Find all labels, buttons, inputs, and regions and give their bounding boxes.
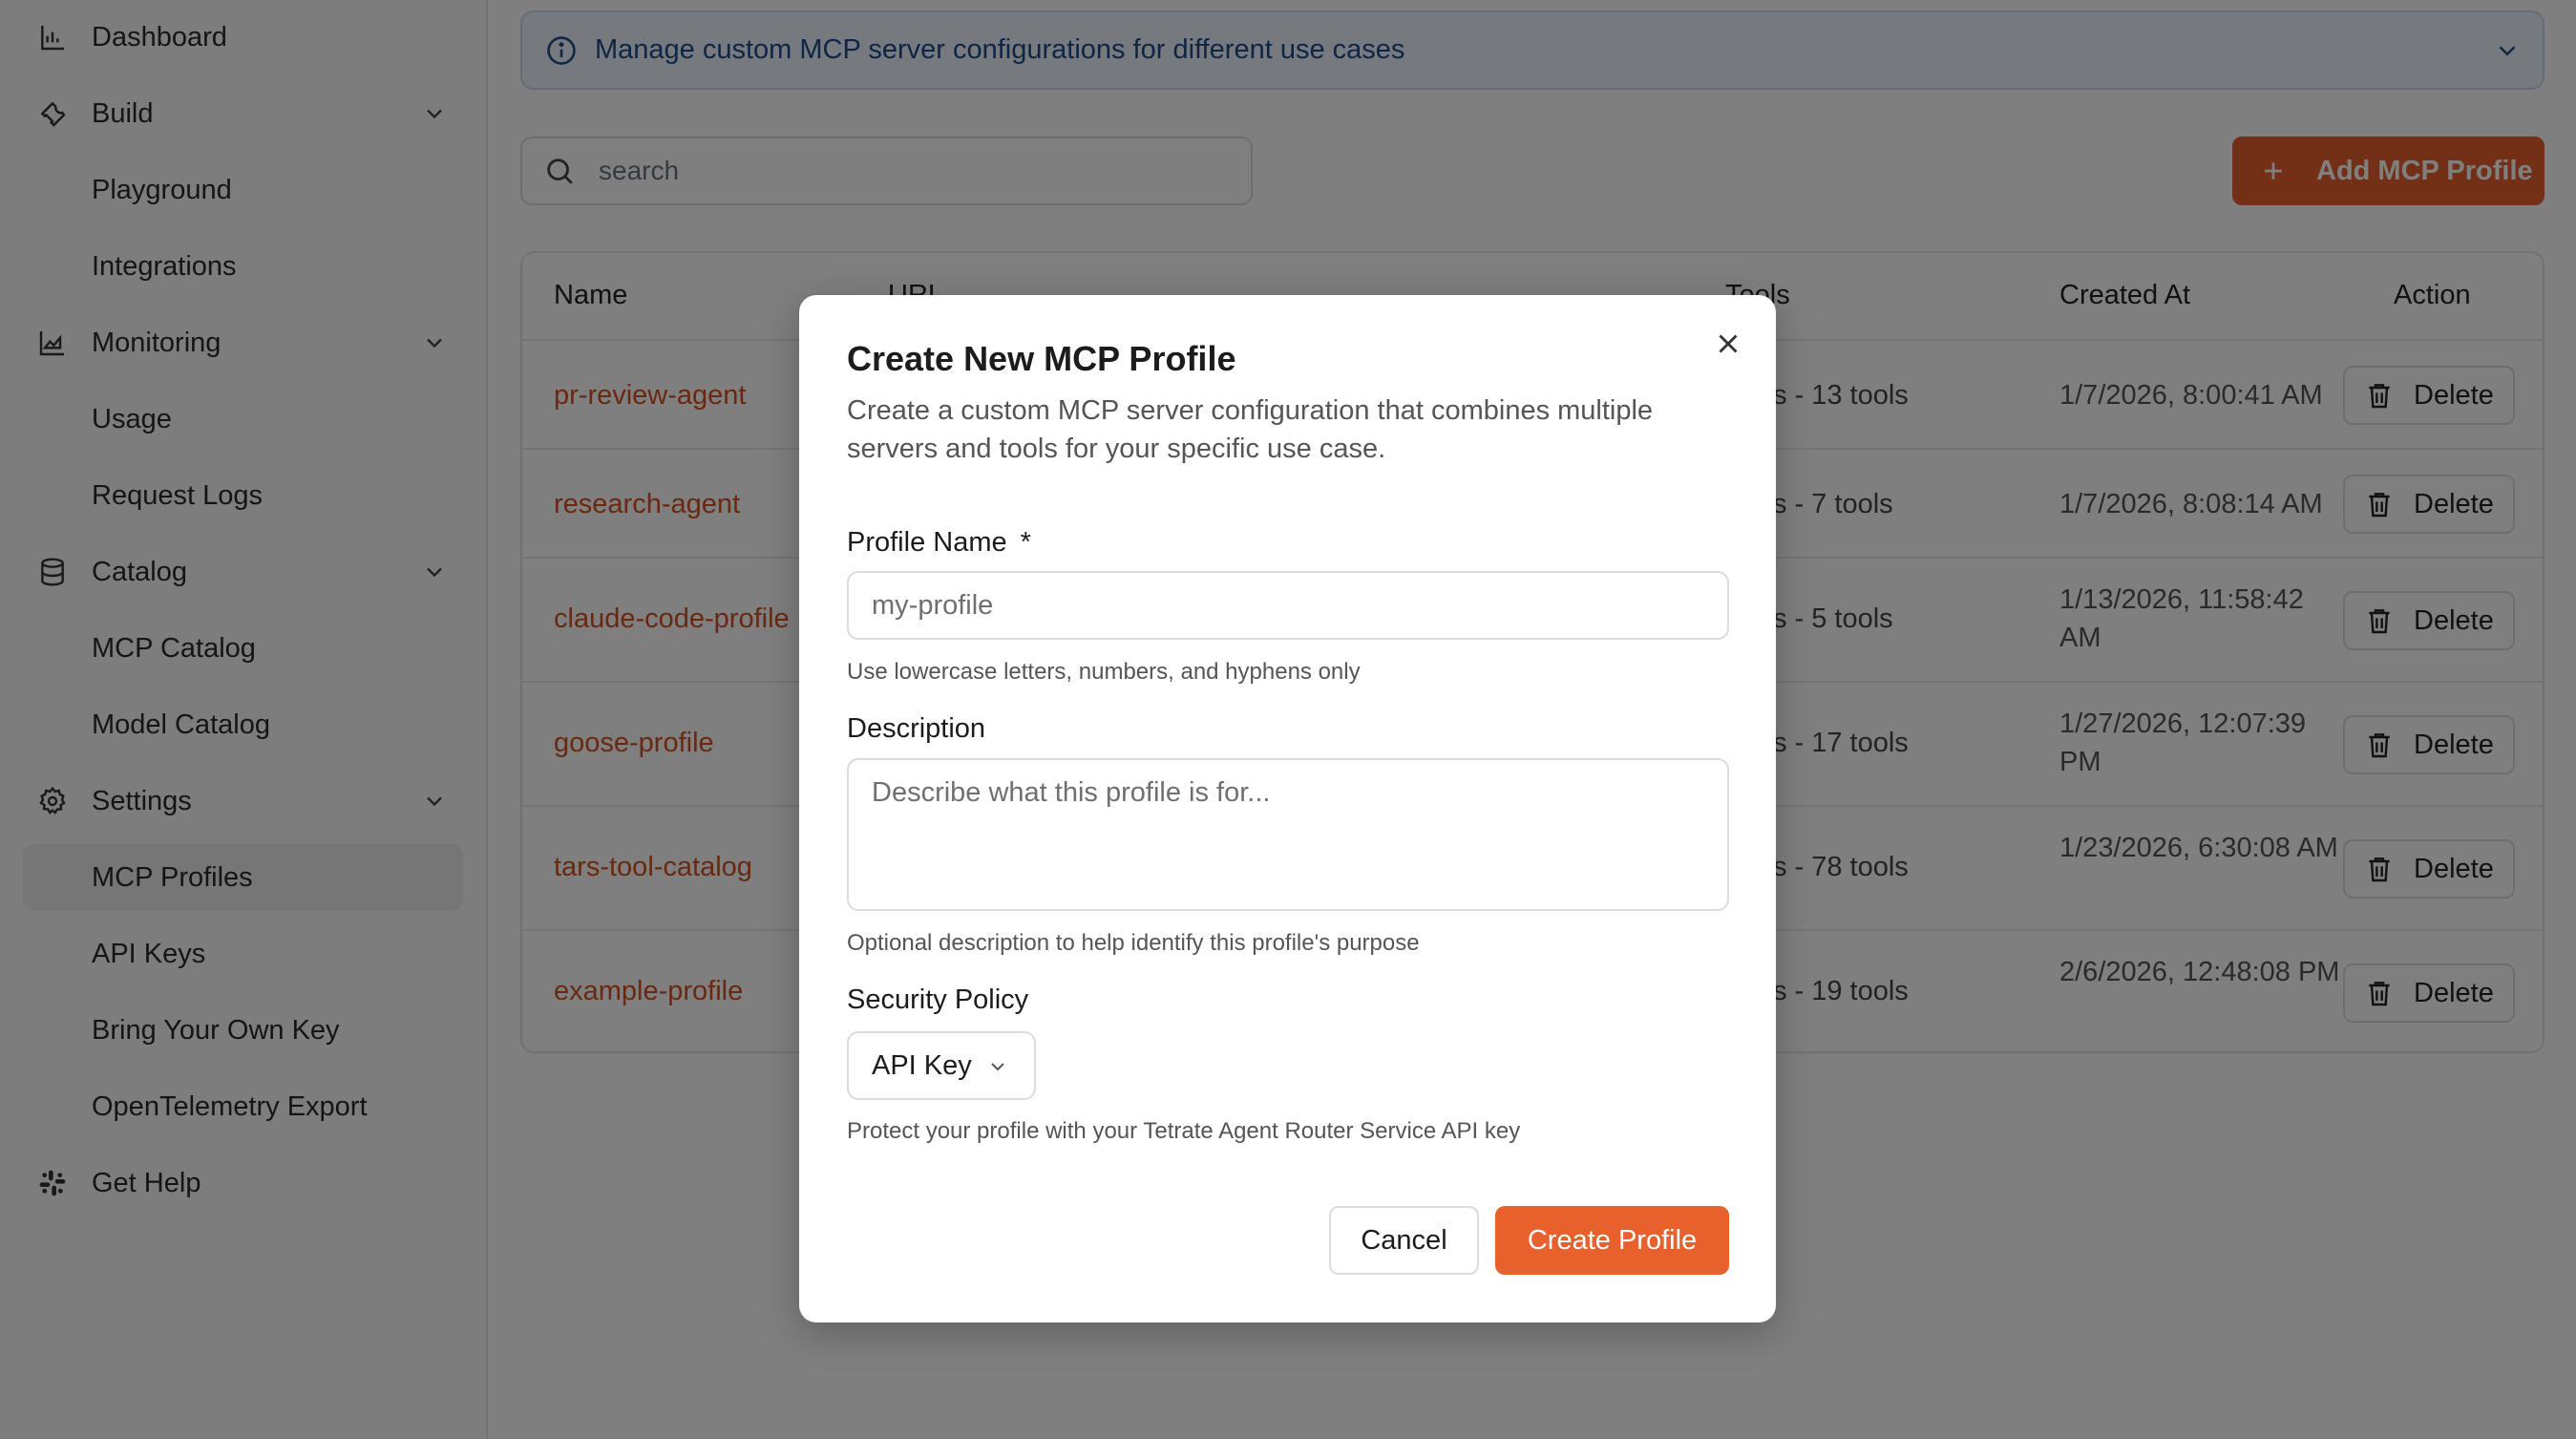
dialog-title: Create New MCP Profile <box>847 339 1236 378</box>
description-label: Description <box>847 713 986 744</box>
dialog-subtitle: Create a custom MCP server configuration… <box>847 395 1654 464</box>
security-policy-value: API Key <box>872 1049 972 1081</box>
security-policy-label: Security Policy <box>847 984 1029 1015</box>
profile-name-input[interactable] <box>847 571 1729 640</box>
create-profile-button[interactable]: Create Profile <box>1495 1206 1729 1275</box>
create-profile-dialog: Create New MCP Profile Create a custom M… <box>799 295 1776 1323</box>
profile-name-label: Profile Name * <box>847 527 1031 559</box>
security-policy-select[interactable]: API Key <box>847 1031 1036 1100</box>
chevron-down-icon <box>986 1054 1009 1077</box>
cancel-button[interactable]: Cancel <box>1329 1206 1479 1275</box>
security-policy-hint: Protect your profile with your Tetrate A… <box>847 1118 1521 1144</box>
description-textarea[interactable] <box>847 758 1729 911</box>
required-mark: * <box>1020 527 1031 558</box>
profile-name-hint: Use lowercase letters, numbers, and hyph… <box>847 659 1361 685</box>
close-icon[interactable] <box>1712 328 1744 360</box>
description-hint: Optional description to help identify th… <box>847 930 1420 956</box>
profile-name-label-text: Profile Name <box>847 527 1007 558</box>
